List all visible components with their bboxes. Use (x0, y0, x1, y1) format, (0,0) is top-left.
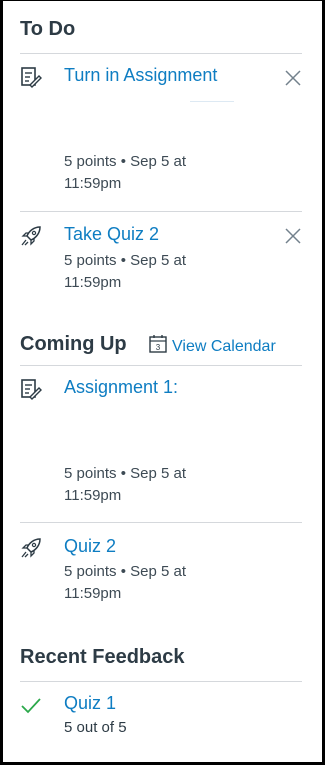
feedback-item-link[interactable]: Quiz 1 (64, 693, 116, 714)
divider (20, 522, 302, 523)
coming-up-item-meta: 5 points • Sep 5 at 11:59pm (64, 563, 187, 602)
assignment-icon (21, 379, 42, 400)
view-calendar-label[interactable]: View Calendar (172, 338, 276, 355)
assignment-icon (21, 67, 42, 88)
close-icon[interactable] (284, 227, 302, 245)
quiz-rocket-icon (21, 226, 41, 246)
close-icon[interactable] (284, 69, 302, 87)
calendar-icon: 3 (149, 335, 167, 353)
points-text: 5 points (64, 252, 117, 269)
feedback-score: 5 out of 5 (64, 719, 127, 736)
coming-up-item-meta: 5 points • Sep 5 at 11:59pm (64, 465, 187, 504)
todo-item-link[interactable]: Take Quiz 2 (64, 224, 159, 245)
divider (20, 681, 302, 682)
link-underline-artifact (190, 101, 234, 102)
view-calendar-link[interactable]: 3 View Calendar (148, 334, 276, 356)
divider (20, 365, 302, 366)
todo-item-meta: 5 points • Sep 5 at 11:59pm (64, 153, 187, 192)
todo-item-link[interactable]: Turn in Assignment (64, 65, 217, 86)
coming-up-item-link[interactable]: Quiz 2 (64, 536, 116, 557)
points-text: 5 points (64, 563, 117, 580)
todo-heading: To Do (20, 18, 76, 40)
coming-up-heading: Coming Up (20, 333, 127, 355)
recent-feedback-heading: Recent Feedback (20, 646, 185, 668)
coming-up-item-link[interactable]: Assignment 1: (64, 377, 178, 398)
calendar-day-number: 3 (156, 343, 161, 352)
checkmark-icon (21, 698, 41, 714)
divider (20, 53, 302, 54)
points-text: 5 points (64, 465, 117, 482)
sidebar-panel: To Do Turn in Assignment 5 points • Sep … (0, 0, 325, 765)
quiz-rocket-icon (21, 538, 41, 558)
divider (20, 211, 302, 212)
todo-item-meta: 5 points • Sep 5 at 11:59pm (64, 252, 187, 291)
points-text: 5 points (64, 153, 117, 170)
